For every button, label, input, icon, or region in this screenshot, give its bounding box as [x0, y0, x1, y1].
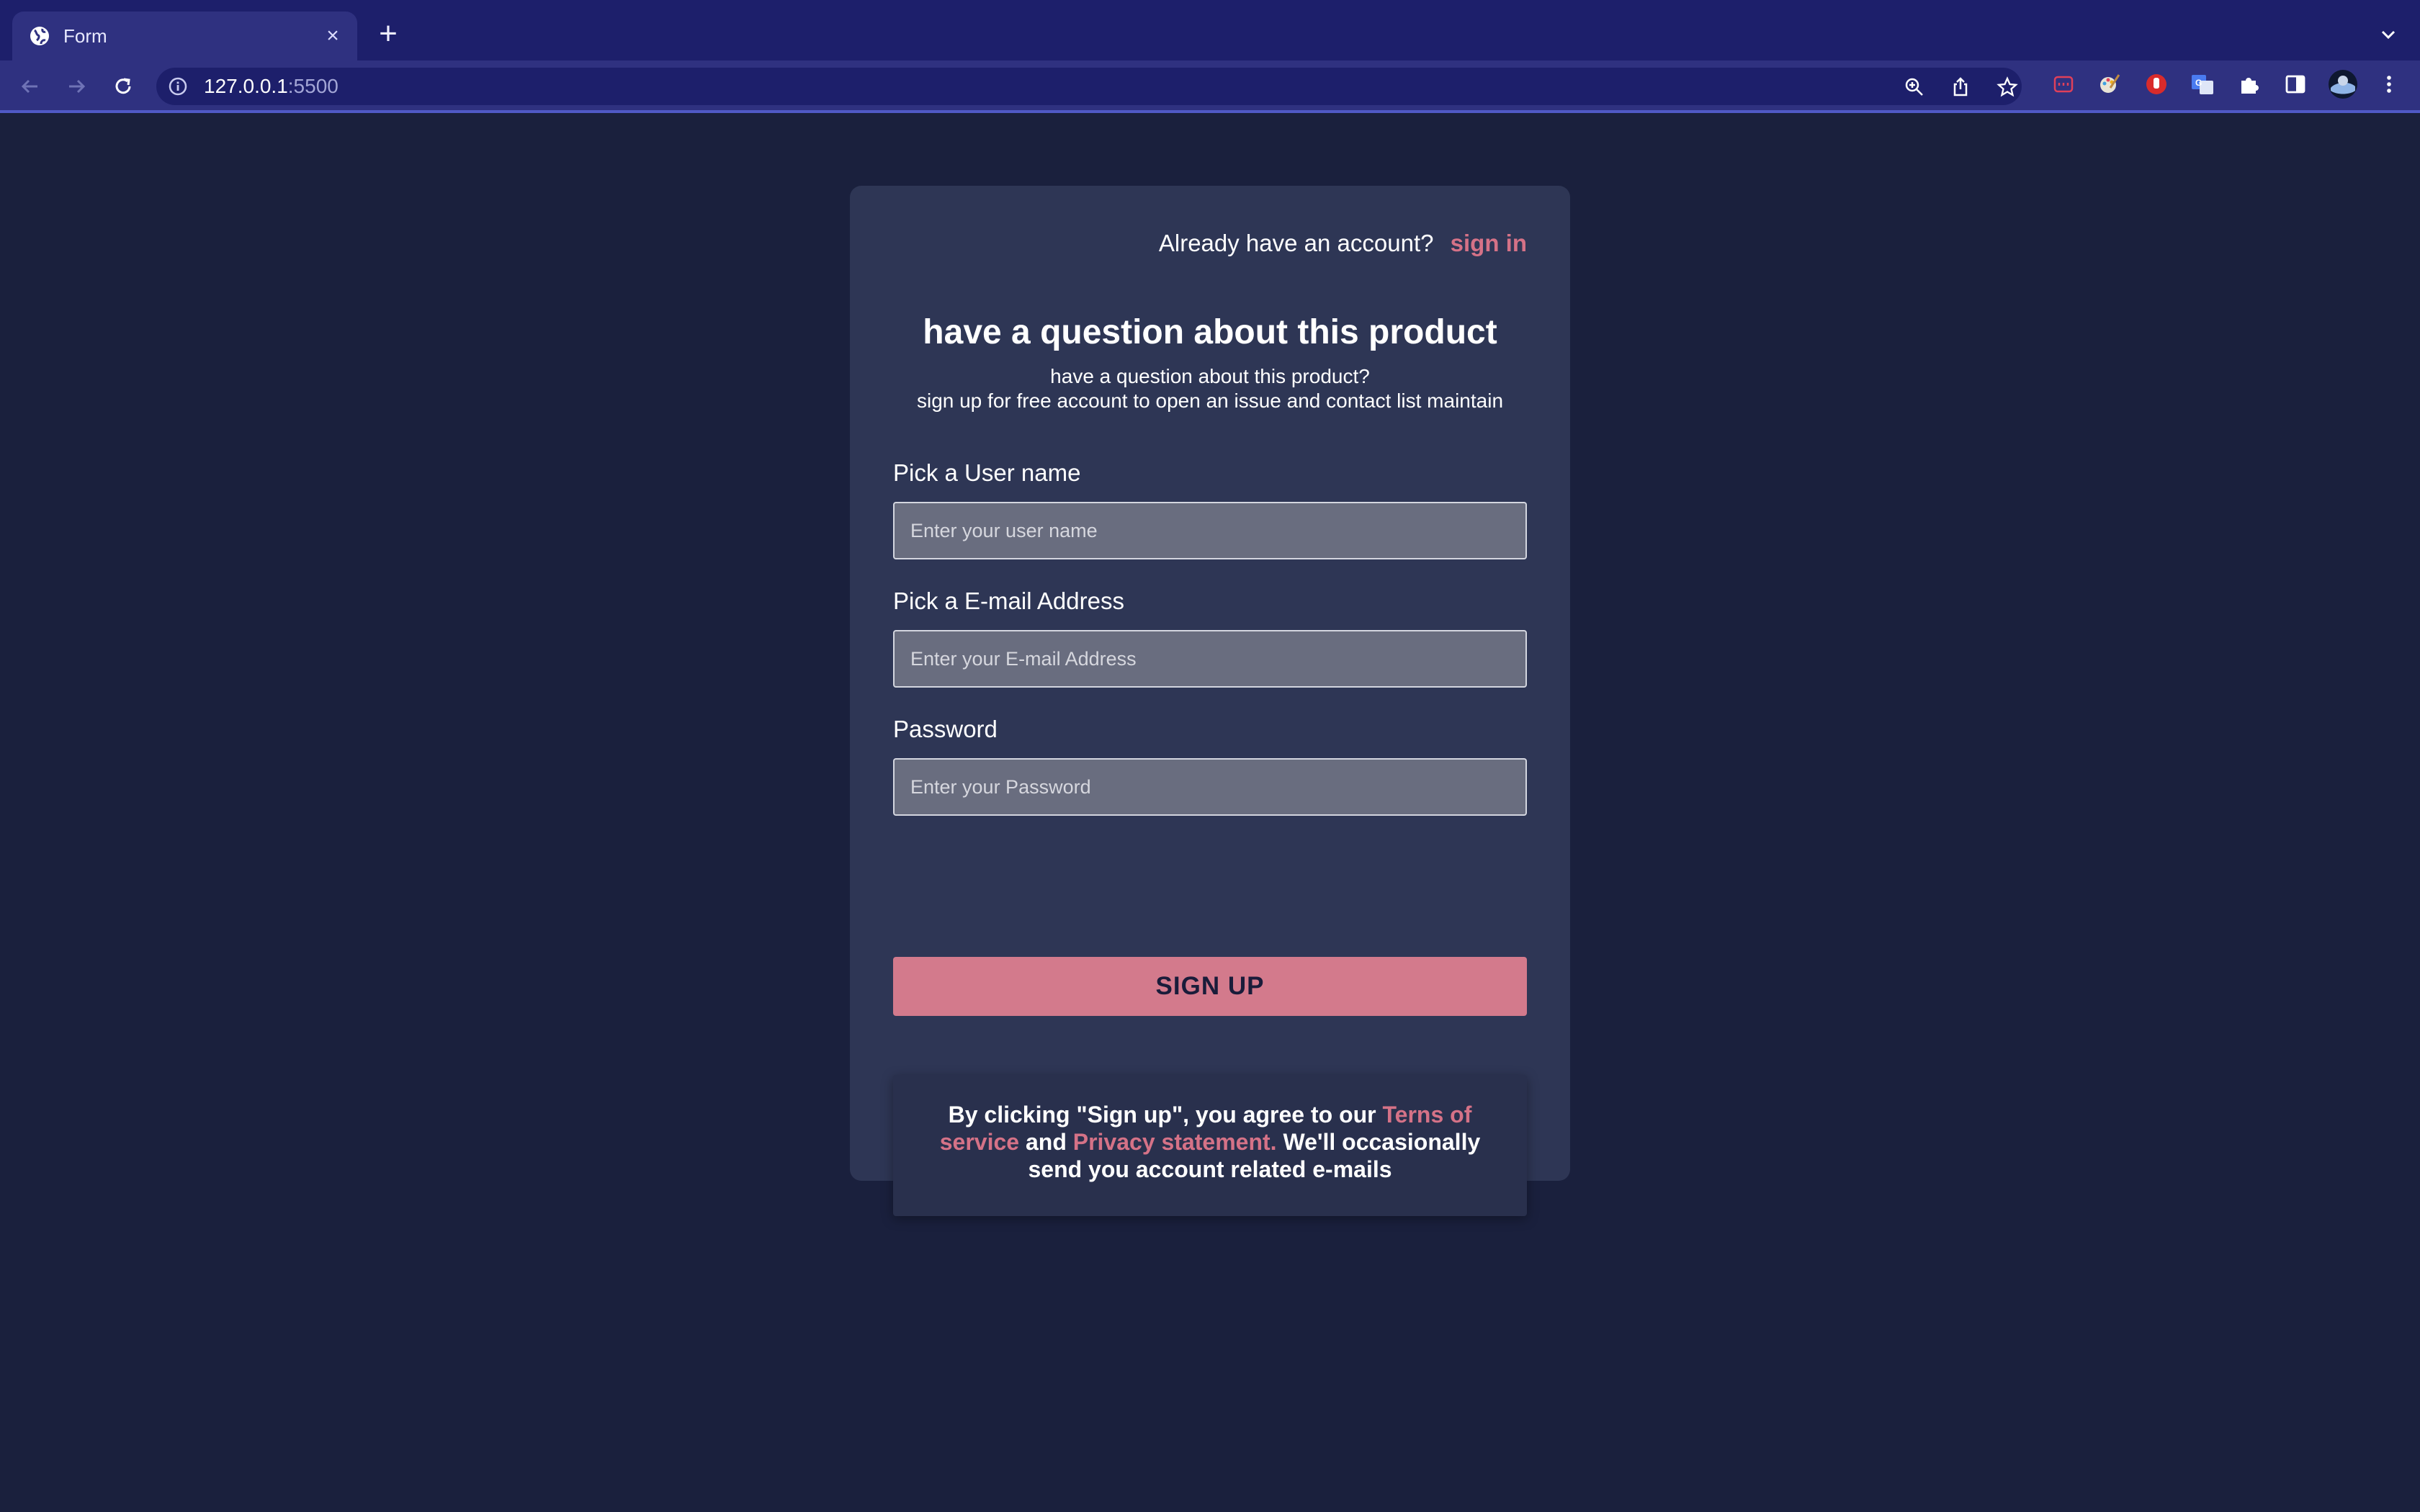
subtitle-line-2: sign up for free account to open an issu…: [916, 390, 1504, 412]
tab-close-icon[interactable]: ×: [322, 25, 344, 48]
username-label: Pick a User name: [893, 459, 1081, 486]
svg-text:G: G: [2195, 78, 2202, 88]
new-tab-button[interactable]: +: [375, 18, 402, 50]
tab-title: Form: [63, 25, 107, 47]
privacy-statement-link[interactable]: Privacy statement.: [1073, 1129, 1277, 1155]
url-host: 127.0.0.1: [204, 75, 288, 97]
email-input[interactable]: [893, 630, 1527, 688]
tab-form[interactable]: Form ×: [12, 12, 357, 60]
username-input[interactable]: [893, 502, 1527, 559]
subtitle-line-1: have a question about this product?: [1050, 365, 1370, 387]
extension-red-hand-icon[interactable]: [2144, 72, 2169, 96]
password-label: Password: [893, 716, 998, 742]
info-icon[interactable]: [168, 76, 188, 96]
email-label: Pick a E-mail Address: [893, 588, 1124, 614]
terms-notice: By clicking "Sign up", you agree to our …: [893, 1075, 1527, 1216]
url-text[interactable]: 127.0.0.1:5500: [204, 74, 339, 99]
signin-row: Already have an account? sign in: [1159, 229, 1527, 258]
side-panel-icon[interactable]: [2283, 72, 2308, 96]
terms-text-before: By clicking "Sign up", you agree to our: [948, 1102, 1383, 1128]
signin-link[interactable]: sign in: [1451, 230, 1527, 256]
form-title: have a question about this product: [923, 313, 1497, 351]
arrow-right-icon[interactable]: [63, 73, 89, 99]
signup-button[interactable]: SIGN UP: [893, 957, 1527, 1016]
puzzle-icon[interactable]: [2237, 72, 2262, 96]
password-input[interactable]: [893, 758, 1527, 816]
avatar[interactable]: [2328, 69, 2358, 99]
tab-strip: Form × +: [0, 0, 2420, 60]
translate-icon[interactable]: G: [2190, 72, 2215, 96]
signin-prompt: Already have an account?: [1158, 230, 1434, 256]
terms-text-middle: and: [1019, 1129, 1073, 1155]
extension-brush-icon[interactable]: [2097, 72, 2122, 96]
address-bar[interactable]: 127.0.0.1:5500: [156, 68, 2022, 105]
share-icon[interactable]: [1950, 76, 1971, 98]
reload-icon[interactable]: [110, 73, 136, 99]
globe-icon: [30, 27, 49, 45]
page-viewport: Already have an account? sign in have a …: [0, 113, 2420, 1512]
zoom-icon[interactable]: [1904, 76, 1925, 98]
form-subtitle: have a question about this product? sign…: [850, 364, 1570, 413]
extension-red-box-icon[interactable]: [2051, 72, 2076, 96]
kebab-menu-icon[interactable]: [2377, 72, 2401, 96]
star-icon[interactable]: [1996, 76, 2018, 98]
signup-card: Already have an account? sign in have a …: [850, 186, 1570, 1216]
arrow-left-icon[interactable]: [17, 73, 43, 99]
chevron-down-icon[interactable]: [2377, 23, 2400, 46]
url-port: :5500: [287, 75, 339, 97]
